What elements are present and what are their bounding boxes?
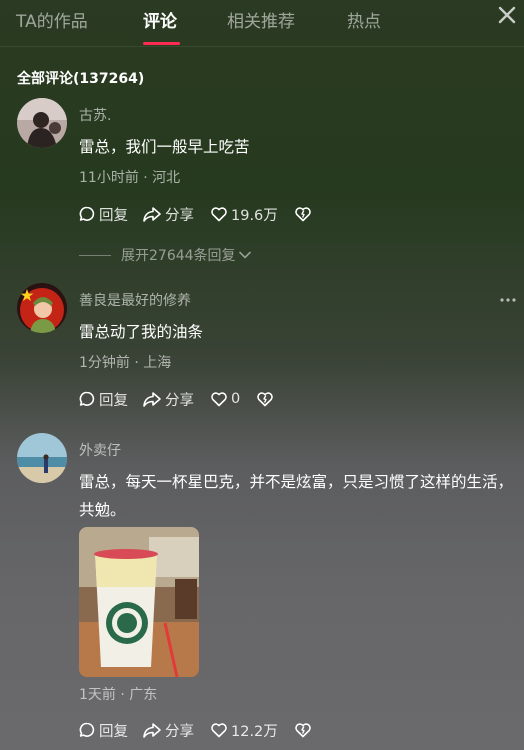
like-button[interactable]: 0 <box>210 390 240 408</box>
comment-meta: 1分钟前 · 上海 <box>79 355 172 371</box>
broken-heart-icon <box>257 392 274 407</box>
active-tab-indicator <box>143 42 180 45</box>
reply-button[interactable]: 回复 <box>78 389 128 410</box>
chevron-down-icon <box>238 251 251 259</box>
close-icon[interactable] <box>496 4 518 26</box>
comment-text: 雷总动了我的油条 <box>79 323 204 341</box>
avatar[interactable] <box>17 283 67 333</box>
dislike-button[interactable] <box>294 721 315 739</box>
share-label: 分享 <box>165 207 194 224</box>
like-button[interactable]: 19.6万 <box>210 204 278 225</box>
comment-bubble-icon <box>79 391 95 406</box>
like-count: 12.2万 <box>231 723 278 740</box>
more-options-icon[interactable] <box>498 295 518 305</box>
comment-count-title: 全部评论(137264) <box>17 71 145 87</box>
expand-replies-label: 展开27644条回复 <box>121 248 236 264</box>
comment-text: 雷总，我们一般早上吃苦 <box>79 138 250 156</box>
tab-trending[interactable]: 热点 <box>347 7 381 32</box>
divider-line <box>79 254 111 256</box>
reply-label: 回复 <box>99 392 128 409</box>
share-button[interactable]: 分享 <box>142 720 194 741</box>
share-label: 分享 <box>165 392 194 409</box>
tab-bar: TA的作品 评论 相关推荐 热点 <box>0 0 524 47</box>
comment-meta: 11小时前 · 河北 <box>79 170 181 186</box>
comment-image[interactable] <box>79 527 199 677</box>
comment-text: 雷总，每天一杯星巴克，并不是炫富，只是习惯了这样的生活，共勉。 <box>79 473 514 519</box>
dislike-button[interactable] <box>294 205 315 223</box>
heart-icon <box>211 207 227 222</box>
share-arrow-icon <box>143 392 161 407</box>
reply-label: 回复 <box>99 207 128 224</box>
avatar[interactable] <box>17 433 67 483</box>
reply-button[interactable]: 回复 <box>78 204 128 225</box>
comment-bubble-icon <box>79 722 95 737</box>
like-count: 19.6万 <box>231 207 278 224</box>
dislike-button[interactable] <box>256 390 277 408</box>
comment-username[interactable]: 外卖仔 <box>79 440 121 460</box>
comment-actions: 回复 分享 12.2万 <box>78 719 315 741</box>
like-count: 0 <box>231 391 241 407</box>
comment-actions: 回复 分享 19.6万 <box>78 203 315 225</box>
comment-actions: 回复 分享 0 <box>78 388 277 410</box>
expand-replies-button[interactable]: 展开27644条回复 <box>79 245 252 265</box>
comment-username[interactable]: 善良是最好的修养 <box>79 290 191 310</box>
broken-heart-icon <box>295 723 311 738</box>
comment-bubble-icon <box>79 206 95 221</box>
avatar[interactable] <box>17 98 67 148</box>
heart-icon <box>211 723 227 738</box>
comment-meta: 1天前 · 广东 <box>79 687 158 703</box>
share-button[interactable]: 分享 <box>142 204 194 225</box>
reply-label: 回复 <box>99 723 128 740</box>
share-arrow-icon <box>143 207 161 222</box>
tab-ta-works[interactable]: TA的作品 <box>16 7 88 32</box>
reply-button[interactable]: 回复 <box>78 720 128 741</box>
like-button[interactable]: 12.2万 <box>210 720 278 741</box>
share-button[interactable]: 分享 <box>142 389 194 410</box>
heart-icon <box>211 392 227 407</box>
broken-heart-icon <box>295 207 311 222</box>
tab-comments[interactable]: 评论 <box>143 7 177 32</box>
share-arrow-icon <box>143 723 161 738</box>
share-label: 分享 <box>165 723 194 740</box>
tab-related[interactable]: 相关推荐 <box>227 7 295 32</box>
comment-username[interactable]: 古苏. <box>79 105 111 125</box>
